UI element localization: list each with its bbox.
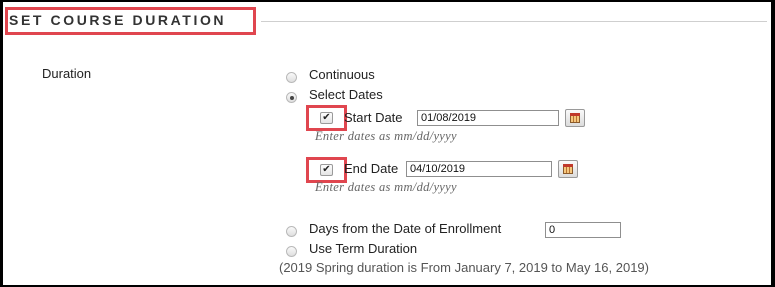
start-date-calendar-button[interactable] [565, 109, 585, 127]
start-date-checkbox[interactable]: ✔ [320, 112, 333, 124]
select-dates-label[interactable]: Select Dates [309, 87, 383, 102]
term-duration-note: (2019 Spring duration is From January 7,… [279, 260, 649, 275]
course-duration-panel: SET COURSE DURATION Duration Continuous … [3, 2, 771, 285]
use-term-duration-label[interactable]: Use Term Duration [309, 241, 417, 256]
duration-label: Duration [42, 66, 92, 81]
calendar-icon [570, 113, 580, 123]
continuous-radio[interactable] [286, 72, 297, 83]
start-date-label: Start Date [344, 110, 403, 125]
select-dates-radio[interactable] [286, 92, 297, 103]
end-date-checkbox[interactable]: ✔ [320, 164, 333, 176]
end-date-hint: Enter dates as mm/dd/yyyy [315, 180, 457, 194]
days-from-enrollment-label[interactable]: Days from the Date of Enrollment [309, 221, 501, 236]
end-date-input[interactable] [406, 161, 552, 177]
continuous-label[interactable]: Continuous [309, 67, 375, 82]
days-from-enrollment-radio[interactable] [286, 226, 297, 237]
start-date-input[interactable] [417, 110, 559, 126]
end-date-label: End Date [344, 161, 399, 176]
days-input[interactable] [545, 222, 621, 238]
calendar-icon [563, 164, 573, 174]
start-date-hint: Enter dates as mm/dd/yyyy [315, 129, 457, 143]
use-term-duration-radio[interactable] [286, 246, 297, 257]
section-title: SET COURSE DURATION [9, 12, 227, 28]
title-divider [261, 21, 767, 22]
end-date-calendar-button[interactable] [558, 160, 578, 178]
